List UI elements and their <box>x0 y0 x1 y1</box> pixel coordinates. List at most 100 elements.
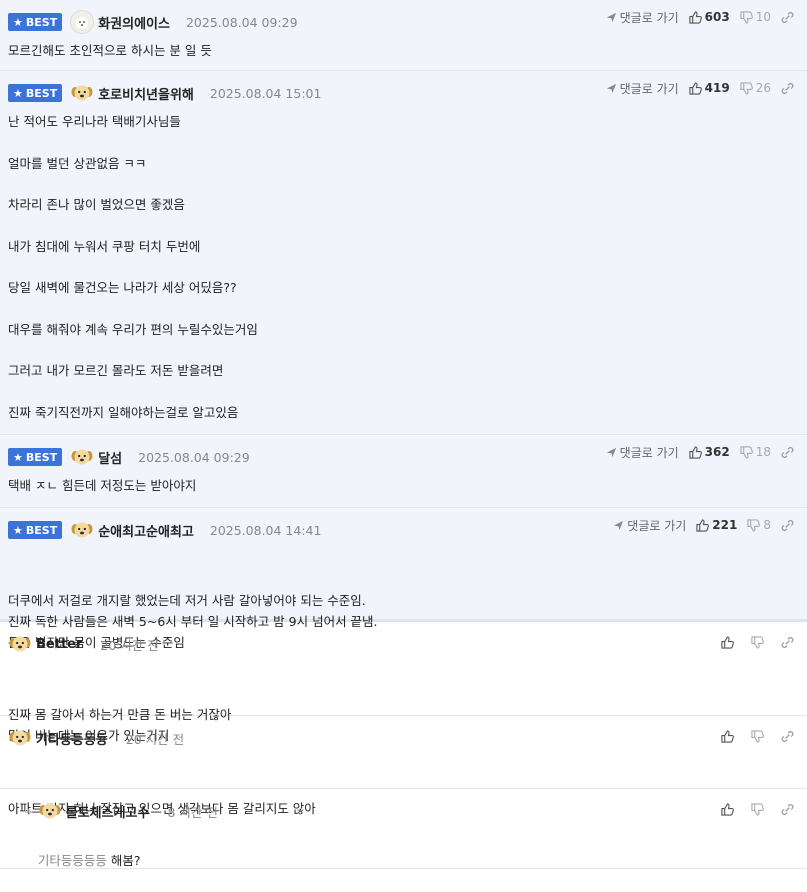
thumbs-down-icon <box>740 81 753 95</box>
thumbs-up-icon <box>689 10 702 24</box>
avatar[interactable] <box>8 632 32 656</box>
comment-date: 2025.08.04 09:29 <box>185 14 298 30</box>
reply-comment: ↳ 롤토체스개고수 8 시간 전 기타등등등등 해봄? <box>0 789 807 869</box>
avatar[interactable] <box>8 726 32 750</box>
thumbs-up-icon <box>721 802 734 816</box>
dislike-count: 26 <box>755 81 771 95</box>
comment-date: 8 시간 전 <box>167 804 218 820</box>
comment-date: 2025.08.04 09:29 <box>138 449 250 465</box>
dislike-count: 18 <box>755 445 771 459</box>
comment-body: 택배 ㅈㄴ 힘든데 저정도는 받아야지 <box>8 478 197 493</box>
link-icon <box>781 446 794 458</box>
dislike-button[interactable] <box>751 635 767 649</box>
nickname[interactable]: 롤토체스개고수 <box>66 802 150 821</box>
best-comment: ★ BEST 달섬 2025.08.04 09:29 댓글로 가기 362 18 … <box>0 435 807 508</box>
comment-actions: 댓글로 가기 362 18 <box>596 443 797 461</box>
dislike-count: 10 <box>755 10 771 24</box>
thumbs-up-icon <box>696 518 710 532</box>
share-link-button[interactable] <box>781 82 797 95</box>
avatar[interactable] <box>70 81 94 105</box>
send-icon <box>606 447 616 457</box>
nickname[interactable]: 달섬 <box>98 448 122 467</box>
dislike-button[interactable]: 8 <box>747 518 771 532</box>
comment-actions: 댓글로 가기 419 26 <box>596 79 797 97</box>
reply-target-nick[interactable]: 기타등등등등 <box>38 853 107 868</box>
thumbs-up-icon <box>721 729 734 743</box>
thumbs-up-icon <box>689 81 702 95</box>
comment-body: 난 적어도 우리나라 택배기사님들 얼마를 벌던 상관없음 ㅋㅋ 차라리 존나 … <box>8 114 258 420</box>
comment-actions <box>711 633 797 651</box>
comment-date: 2025.08.04 15:01 <box>209 85 322 101</box>
nickname[interactable]: 순애최고순애최고 <box>98 521 194 540</box>
goto-reply-button[interactable]: 댓글로 가기 <box>606 80 679 97</box>
thumbs-down-icon <box>751 802 764 816</box>
avatar[interactable] <box>38 799 62 823</box>
best-comment: ★ BEST 순애최고순애최고 2025.08.04 14:41 댓글로 가기 2… <box>0 508 807 650</box>
dislike-button[interactable]: 18 <box>740 445 771 459</box>
comment-actions: 댓글로 가기 603 10 <box>596 8 797 26</box>
star-icon: ★ <box>13 523 23 537</box>
best-badge: ★ BEST <box>8 521 63 539</box>
best-comment: ★ BEST 호로비치년을위해 2025.08.04 15:01 댓글로 가기 4… <box>0 71 807 435</box>
like-button[interactable]: 362 <box>689 445 730 459</box>
like-button[interactable] <box>721 729 737 743</box>
thumbs-down-icon <box>751 635 764 649</box>
thumbs-down-icon <box>740 445 753 459</box>
share-link-button[interactable] <box>781 519 797 532</box>
comment: 기타등등등등 20 시간 전 아파트 단지 하나 잘잡고 있으면 생각보다 몸 … <box>0 716 807 816</box>
star-icon: ★ <box>13 86 23 100</box>
avatar[interactable] <box>70 445 94 469</box>
dislike-count: 8 <box>763 518 771 532</box>
best-badge: ★ BEST <box>8 84 63 102</box>
thumbs-down-icon <box>751 729 764 743</box>
comment-date: 20 시간 전 <box>100 637 159 653</box>
like-count: 221 <box>712 518 738 532</box>
nickname[interactable]: Better <box>36 637 82 652</box>
link-icon <box>781 82 794 94</box>
nickname[interactable]: 호로비치년을위해 <box>98 84 194 103</box>
star-icon: ★ <box>13 15 23 29</box>
like-button[interactable] <box>721 802 737 816</box>
like-button[interactable]: 419 <box>689 81 730 95</box>
like-button[interactable] <box>721 635 737 649</box>
share-link-button[interactable] <box>781 11 797 24</box>
nickname[interactable]: 화권의에이스 <box>98 13 170 32</box>
comment-body: 기타등등등등 해봄? <box>37 853 141 868</box>
thumbs-down-icon <box>740 10 753 24</box>
dislike-button[interactable] <box>751 802 767 816</box>
best-comment: ★ BEST 화권의에이스 2025.08.04 09:29 댓글로 가기 603… <box>0 0 807 71</box>
reply-arrow-icon: ↳ <box>22 803 34 819</box>
comment-date: 2025.08.04 14:41 <box>209 522 322 538</box>
like-count: 419 <box>704 81 730 95</box>
like-button[interactable]: 221 <box>696 518 737 532</box>
star-icon: ★ <box>13 450 23 464</box>
dislike-button[interactable]: 10 <box>740 10 771 24</box>
dislike-button[interactable]: 26 <box>740 81 771 95</box>
share-link-button[interactable] <box>781 730 797 743</box>
link-icon <box>781 11 794 23</box>
link-icon <box>781 730 794 742</box>
avatar[interactable] <box>70 10 95 34</box>
share-link-button[interactable] <box>781 803 797 816</box>
send-icon <box>614 520 624 530</box>
comment-body: 모르긴해도 초인적으로 하시는 분 일 듯 <box>8 43 212 58</box>
thumbs-up-icon <box>721 635 734 649</box>
share-link-button[interactable] <box>781 636 797 649</box>
like-count: 362 <box>704 445 730 459</box>
goto-reply-button[interactable]: 댓글로 가기 <box>606 9 679 26</box>
goto-reply-button[interactable]: 댓글로 가기 <box>606 444 679 461</box>
goto-reply-button[interactable]: 댓글로 가기 <box>613 517 686 534</box>
best-badge: ★ BEST <box>8 448 63 466</box>
like-count: 603 <box>704 10 730 24</box>
avatar[interactable] <box>70 518 94 542</box>
dislike-button[interactable] <box>751 729 767 743</box>
send-icon <box>606 83 616 93</box>
thumbs-down-icon <box>747 518 761 532</box>
comment-actions <box>711 727 797 745</box>
comment-actions <box>711 800 797 818</box>
like-button[interactable]: 603 <box>689 10 730 24</box>
share-link-button[interactable] <box>781 446 797 459</box>
nickname[interactable]: 기타등등등등 <box>36 729 108 748</box>
comment-date: 20 시간 전 <box>125 731 185 747</box>
best-badge: ★ BEST <box>8 13 63 31</box>
